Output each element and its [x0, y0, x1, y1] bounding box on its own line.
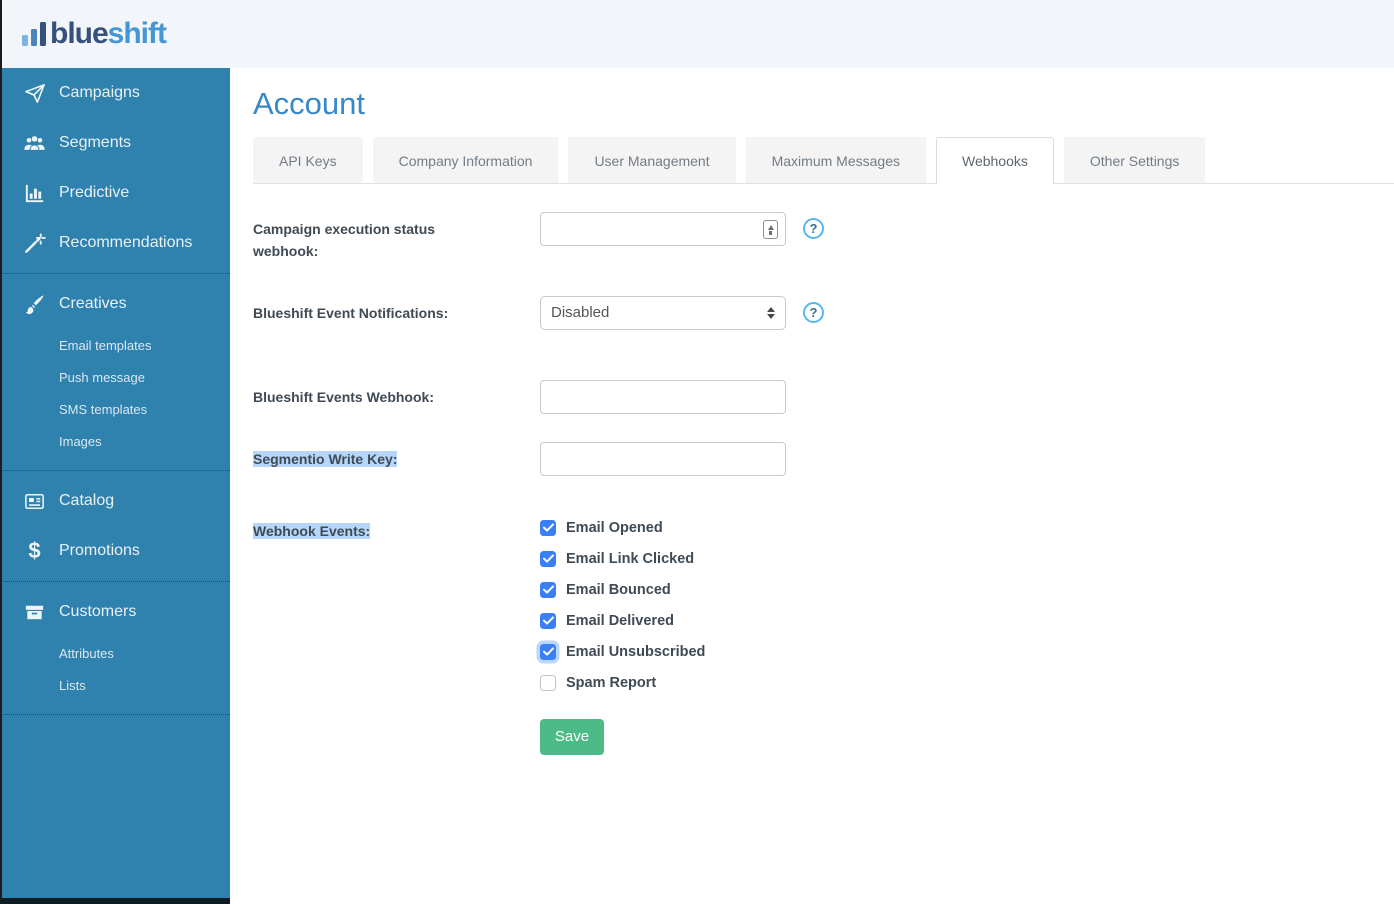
help-icon[interactable]: ? — [803, 218, 824, 239]
field-campaign-execution-webhook: Campaign execution status webhook: ? — [253, 212, 1394, 263]
field-label: Campaign execution status webhook: — [253, 212, 540, 263]
sidebar-nav: Campaigns Segments Predictive Recommenda… — [0, 68, 230, 898]
tab-maximum-messages[interactable]: Maximum Messages — [746, 137, 926, 183]
checkbox-email-bounced[interactable]: Email Bounced — [540, 582, 705, 598]
checkbox-email-link-clicked[interactable]: Email Link Clicked — [540, 551, 705, 567]
checkbox-spam-report[interactable]: Spam Report — [540, 675, 705, 691]
sidebar-item-sms-templates[interactable]: SMS templates — [0, 393, 230, 425]
sidebar-divider — [0, 581, 230, 582]
checkbox-email-unsubscribed[interactable]: Email Unsubscribed — [540, 644, 705, 660]
tab-other-settings[interactable]: Other Settings — [1064, 137, 1206, 183]
field-label: Segmentio Write Key: — [253, 442, 540, 470]
paint-brush-icon — [21, 292, 48, 316]
field-event-notifications: Blueshift Event Notifications: Disabled … — [253, 296, 1394, 330]
events-webhook-input[interactable] — [540, 380, 786, 414]
checkbox-email-opened[interactable]: Email Opened — [540, 520, 705, 536]
tab-company-information[interactable]: Company Information — [373, 137, 559, 183]
field-label: Blueshift Event Notifications: — [253, 296, 540, 324]
sidebar-item-recommendations[interactable]: Recommendations — [0, 218, 230, 268]
field-webhook-events: Webhook Events: Email Opened Email Link … — [253, 514, 1394, 691]
field-segmentio-write-key: Segmentio Write Key: — [253, 442, 1394, 476]
select-stepper-icon — [767, 307, 775, 319]
sidebar-item-creatives[interactable]: Creatives — [0, 279, 230, 329]
tab-api-keys[interactable]: API Keys — [253, 137, 363, 183]
sidebar-item-segments[interactable]: Segments — [0, 118, 230, 168]
sidebar-item-predictive[interactable]: Predictive — [0, 168, 230, 218]
sidebar-item-email-templates[interactable]: Email templates — [0, 329, 230, 361]
field-label: Webhook Events: — [253, 514, 540, 542]
sidebar-item-lists[interactable]: Lists — [0, 669, 230, 701]
newspaper-icon — [21, 489, 48, 513]
help-icon[interactable]: ? — [803, 302, 824, 323]
logo-text-dark: blue — [50, 17, 108, 50]
sidebar-divider — [0, 273, 230, 274]
logo-bars-icon — [22, 22, 46, 46]
sidebar-item-attributes[interactable]: Attributes — [0, 637, 230, 669]
field-events-webhook: Blueshift Events Webhook: — [253, 380, 1394, 414]
sidebar-item-images[interactable]: Images — [0, 425, 230, 457]
checkbox-email-delivered[interactable]: Email Delivered — [540, 613, 705, 629]
sidebar-item-campaigns[interactable]: Campaigns — [0, 68, 230, 118]
sidebar-item-customers[interactable]: Customers — [0, 587, 230, 637]
checkbox-box[interactable] — [540, 582, 556, 598]
sidebar-divider — [0, 470, 230, 471]
dollar-icon: $ — [21, 539, 48, 563]
magic-wand-icon — [21, 231, 48, 255]
select-value: Disabled — [551, 304, 609, 321]
sidebar-divider — [0, 714, 230, 715]
event-notifications-select[interactable]: Disabled — [540, 296, 786, 330]
top-header: blueshift — [0, 0, 1394, 68]
tab-user-management[interactable]: User Management — [568, 137, 735, 183]
window-left-edge — [0, 0, 2, 904]
segmentio-write-key-input[interactable] — [540, 442, 786, 476]
sidebar-item-catalog[interactable]: Catalog — [0, 476, 230, 526]
checkbox-box[interactable] — [540, 675, 556, 691]
window-bottom-edge — [0, 898, 230, 904]
sidebar-item-promotions[interactable]: $ Promotions — [0, 526, 230, 576]
bar-chart-icon — [21, 181, 48, 205]
checkbox-box[interactable] — [540, 520, 556, 536]
checkbox-box[interactable] — [540, 644, 556, 660]
sidebar-item-push-message[interactable]: Push message — [0, 361, 230, 393]
field-label: Blueshift Events Webhook: — [253, 380, 540, 408]
checkbox-box[interactable] — [540, 551, 556, 567]
paper-plane-icon — [21, 81, 48, 105]
archive-box-icon — [21, 600, 48, 624]
save-row: Save — [253, 719, 1394, 755]
page-title: Account — [253, 86, 1394, 122]
autofill-contact-icon[interactable] — [763, 220, 778, 239]
tab-webhooks[interactable]: Webhooks — [936, 137, 1054, 184]
blueshift-logo[interactable]: blueshift — [0, 0, 1394, 68]
spacer — [253, 719, 540, 725]
checkbox-box[interactable] — [540, 613, 556, 629]
save-button[interactable]: Save — [540, 719, 604, 755]
campaign-execution-webhook-input[interactable] — [540, 212, 786, 246]
app-window: blueshift Campaigns Segments Predictive — [0, 0, 1394, 904]
main-content: Account API Keys Company Information Use… — [230, 68, 1394, 904]
logo-text-light: shift — [108, 17, 166, 50]
webhook-events-checkbox-group: Email Opened Email Link Clicked Email Bo… — [540, 514, 705, 691]
account-tabs: API Keys Company Information User Manage… — [253, 137, 1394, 184]
webhooks-form: Campaign execution status webhook: ? Blu… — [253, 184, 1394, 755]
users-icon — [21, 131, 48, 155]
